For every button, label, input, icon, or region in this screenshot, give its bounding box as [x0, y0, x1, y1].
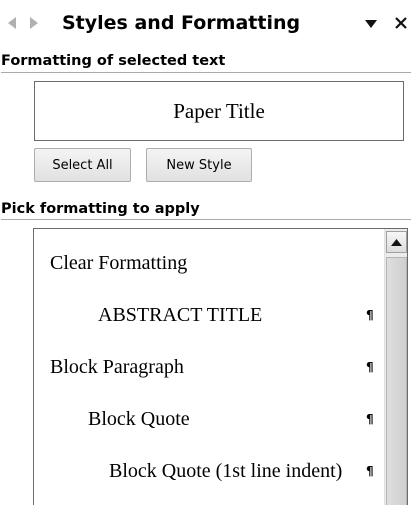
- section-divider: [1, 219, 411, 220]
- list-item-abstract-title[interactable]: ABSTRACT TITLE ¶: [34, 295, 377, 335]
- task-pane-title: Styles and Formatting: [62, 12, 301, 34]
- task-pane-header: Styles and Formatting: [0, 0, 417, 44]
- list-item-label: Clear Formatting: [50, 252, 188, 274]
- selected-text-section-label: Formatting of selected text: [1, 53, 226, 69]
- current-style-box: Paper Title: [34, 81, 404, 141]
- paragraph-style-icon: ¶: [364, 295, 374, 335]
- list-item-label: Block Paragraph: [50, 356, 184, 378]
- list-item-clear-formatting[interactable]: Clear Formatting: [34, 243, 377, 283]
- paragraph-style-icon: ¶: [364, 347, 374, 387]
- list-item-label: Block Quote (1st line indent): [109, 460, 343, 482]
- list-item-block-quote-first-line-indent[interactable]: Block Quote (1st line indent) ¶: [34, 451, 377, 491]
- scroll-thumb[interactable]: [386, 257, 407, 505]
- list-item-label: ABSTRACT TITLE: [98, 304, 263, 326]
- caret-up-icon: [391, 238, 402, 246]
- current-style-name: Paper Title: [173, 98, 265, 123]
- arrow-right-icon[interactable]: [28, 14, 42, 32]
- pick-formatting-section-label: Pick formatting to apply: [1, 201, 200, 217]
- section-divider: [1, 72, 411, 73]
- list-item-block-paragraph[interactable]: Block Paragraph ¶: [34, 347, 377, 387]
- list-item-block-quote[interactable]: Block Quote ¶: [34, 399, 377, 439]
- style-list[interactable]: Clear Formatting ABSTRACT TITLE ¶ Block …: [33, 228, 408, 505]
- select-all-button[interactable]: Select All: [34, 148, 131, 182]
- new-style-button[interactable]: New Style: [146, 148, 252, 182]
- paragraph-style-icon: ¶: [364, 451, 374, 491]
- paragraph-style-icon: ¶: [364, 399, 374, 439]
- scroll-up-button[interactable]: [386, 231, 407, 253]
- arrow-left-icon[interactable]: [4, 14, 18, 32]
- list-item-label: Block Quote: [88, 408, 190, 430]
- close-icon[interactable]: [393, 15, 409, 31]
- vertical-scrollbar[interactable]: [384, 229, 407, 505]
- chevron-down-icon[interactable]: [364, 19, 378, 29]
- styles-and-formatting-pane: Styles and Formatting Formatting of sele…: [0, 0, 417, 505]
